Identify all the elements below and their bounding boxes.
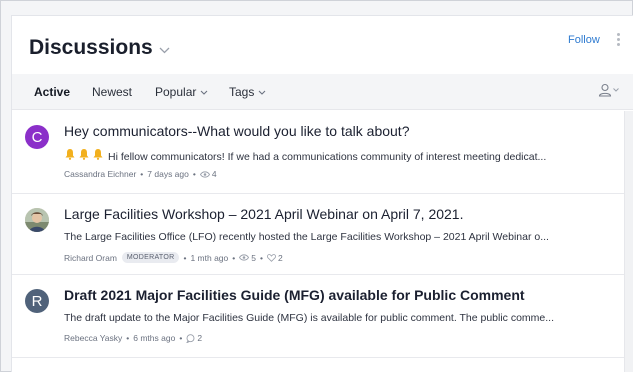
list-item[interactable]: Large Facilities Workshop – 2021 April W…: [12, 194, 624, 275]
page-title-text: Discussions: [29, 36, 153, 59]
list-item[interactable]: R Draft 2021 Major Facilities Guide (MFG…: [12, 275, 624, 358]
tab-active[interactable]: Active: [34, 85, 70, 99]
follow-button[interactable]: Follow: [568, 34, 600, 46]
view-count: 4: [211, 169, 217, 179]
discussion-snippet: The Large Facilities Office (LFO) recent…: [64, 231, 549, 243]
author-name[interactable]: Richard Oram: [64, 253, 117, 263]
user-filter-dropdown[interactable]: [598, 83, 619, 97]
comment-count: 2: [197, 333, 203, 343]
discussions-panel: Discussions Follow Active Newest Popular…: [11, 15, 633, 372]
tab-tags[interactable]: Tags: [229, 85, 266, 99]
post-time: 1 mth ago: [190, 252, 229, 263]
user-icon: [598, 83, 612, 97]
avatar[interactable]: R: [25, 289, 49, 313]
discussion-snippet: The draft update to the Major Facilities…: [64, 312, 555, 324]
discussion-list: C Hey communicators--What would you like…: [12, 111, 624, 358]
author-name[interactable]: Rebecca Yasky: [64, 333, 122, 343]
scrollbar[interactable]: [624, 111, 633, 372]
heart-icon: [267, 253, 276, 262]
view-count: 5: [251, 252, 256, 263]
author-name[interactable]: Cassandra Eichner: [64, 169, 136, 179]
moderator-badge: MODERATOR: [121, 252, 180, 263]
post-time: 7 days ago: [147, 169, 189, 179]
post-time: 6 mths ago: [133, 333, 176, 343]
discussion-snippet: Hi fellow communicators! If we had a com…: [64, 148, 604, 163]
avatar[interactable]: C: [25, 125, 49, 149]
chevron-down-icon: [159, 47, 170, 53]
bell-icon: [93, 149, 103, 160]
tab-active-label: Active: [34, 85, 71, 99]
panel-header: Discussions Follow: [12, 16, 633, 74]
discussion-meta: Richard Oram MODERATOR • 1 mth ago • 5 •…: [64, 252, 283, 263]
list-item[interactable]: C Hey communicators--What would you like…: [12, 111, 624, 194]
tab-newest[interactable]: Newest: [92, 85, 132, 99]
bell-icons: [64, 148, 104, 160]
like-count: 2: [277, 252, 283, 263]
discussion-snippet-text: Hi fellow communicators! If we had a com…: [108, 151, 547, 163]
tab-tags-label: Tags: [229, 85, 255, 99]
eye-icon: [239, 254, 250, 261]
discussion-meta: Rebecca Yasky • 6 mths ago • 2: [64, 333, 203, 343]
eye-icon: [199, 170, 210, 178]
page-frame: Discussions Follow Active Newest Popular…: [0, 0, 633, 372]
bell-icon: [79, 149, 89, 160]
more-options-icon[interactable]: [615, 33, 621, 49]
filter-tabs: Active Newest Popular Tags: [12, 74, 633, 110]
bell-icon: [65, 149, 75, 160]
discussion-meta: Cassandra Eichner • 7 days ago • 4: [64, 169, 217, 179]
avatar[interactable]: [25, 208, 49, 232]
discussion-title[interactable]: Large Facilities Workshop – 2021 April W…: [64, 206, 464, 222]
chevron-down-icon: [200, 90, 208, 95]
tab-newest-label: Newest: [92, 85, 133, 99]
person-photo-icon: [25, 208, 49, 232]
chevron-down-icon: [613, 88, 619, 92]
chevron-down-icon: [258, 90, 266, 95]
tab-popular[interactable]: Popular: [155, 85, 208, 99]
discussion-title[interactable]: Draft 2021 Major Facilities Guide (MFG) …: [64, 287, 525, 303]
page-title[interactable]: Discussions: [29, 36, 170, 60]
discussion-title[interactable]: Hey communicators--What would you like t…: [64, 123, 409, 139]
tab-popular-label: Popular: [155, 85, 197, 99]
comment-icon: [186, 333, 195, 343]
